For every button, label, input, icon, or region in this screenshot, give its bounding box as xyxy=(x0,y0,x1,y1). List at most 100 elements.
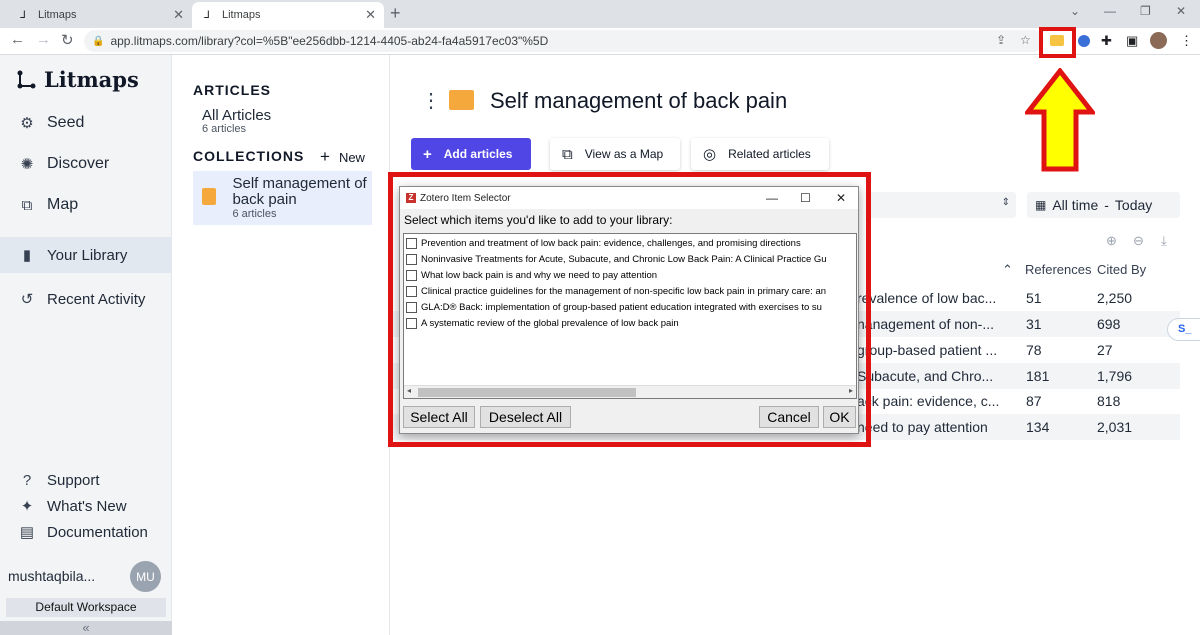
share-icon[interactable]: ⇪ xyxy=(996,33,1006,47)
related-icon: ◎ xyxy=(703,146,717,163)
download-icon[interactable]: ⤓ xyxy=(1161,233,1167,249)
puzzle-extensions-icon[interactable]: ✚ xyxy=(1101,33,1112,49)
row-cited-by: 2,250 xyxy=(1097,290,1133,306)
add-articles-button[interactable]: + Add articles xyxy=(411,138,531,170)
date-separator: - xyxy=(1104,197,1109,213)
collections-heading: COLLECTIONS xyxy=(193,148,305,164)
help-icon: ? xyxy=(22,471,32,489)
row-cited-by: 698 xyxy=(1097,316,1121,332)
new-tab-button[interactable]: + xyxy=(390,3,401,24)
litmaps-favicon: ⅃ xyxy=(20,9,26,21)
browser-tab-bar: ⅃ Litmaps ✕ ⅃ Litmaps ✕ + ⌄ — ❐ ✕ xyxy=(0,0,1200,28)
nav-label: Map xyxy=(47,196,79,213)
nav-label: Discover xyxy=(47,155,110,172)
browser-toolbar: ← → ↻ 🔒 app.litmaps.com/library?col=%5B"… xyxy=(0,28,1200,55)
nav-label: What's New xyxy=(47,497,127,515)
all-articles-count: 6 articles xyxy=(202,123,247,135)
url-text: app.litmaps.com/library?col=%5B"ee256dbb… xyxy=(110,34,549,48)
nav-item-support[interactable]: ? Support xyxy=(0,468,172,492)
row-references: 87 xyxy=(1026,393,1042,409)
nav-item-discover[interactable]: ✺ Discover xyxy=(0,146,172,182)
side-panel-tab[interactable]: S_ xyxy=(1167,318,1200,341)
zoom-out-icon[interactable]: ⊖ xyxy=(1133,233,1144,249)
date-to: Today xyxy=(1114,197,1153,213)
restore-icon[interactable]: ❐ xyxy=(1140,4,1151,18)
all-articles-link[interactable]: All Articles xyxy=(202,107,271,124)
close-icon[interactable]: ✕ xyxy=(173,7,184,23)
date-range-filter[interactable]: ▦ All time - Today xyxy=(1027,192,1180,218)
new-collection-button[interactable]: + New xyxy=(320,147,365,167)
lock-icon: 🔒 xyxy=(92,35,105,47)
row-cited-by: 818 xyxy=(1097,393,1121,409)
row-cited-by: 1,796 xyxy=(1097,368,1133,384)
zoom-in-icon[interactable]: ⊕ xyxy=(1106,233,1117,249)
row-title: revalence of low bac... xyxy=(857,290,997,306)
nav-label: Support xyxy=(47,471,100,489)
sort-chevron-icon[interactable]: ⌃ xyxy=(1002,262,1013,278)
nav-label: Seed xyxy=(47,114,85,131)
collapse-sidebar-button[interactable]: « xyxy=(0,621,172,635)
map-icon: ⧉ xyxy=(21,196,33,214)
column-header-cited-by[interactable]: Cited By xyxy=(1097,262,1146,277)
nav-item-recent-activity[interactable]: ↺ Recent Activity xyxy=(0,281,172,317)
column-header-references[interactable]: References xyxy=(1025,262,1091,277)
extension-highlight-box xyxy=(1039,27,1076,58)
nav-label: Your Library xyxy=(47,246,128,264)
extension-icon[interactable] xyxy=(1078,35,1090,47)
seed-icon: ⚙ xyxy=(20,115,34,132)
page-title: Self management of back pain xyxy=(490,88,788,113)
back-icon[interactable]: ← xyxy=(10,31,25,48)
calendar-icon: ▦ xyxy=(1035,198,1047,212)
forward-icon[interactable]: → xyxy=(36,31,51,48)
close-window-icon[interactable]: ✕ xyxy=(1176,4,1186,18)
row-cited-by: 27 xyxy=(1097,342,1113,358)
reload-icon[interactable]: ↻ xyxy=(61,31,74,49)
nav-item-seed[interactable]: ⚙ Seed xyxy=(0,105,172,141)
filter-dropdown[interactable]: ⇕ xyxy=(866,192,1016,218)
related-articles-button[interactable]: ◎ Related articles xyxy=(691,138,829,170)
document-icon: ▤ xyxy=(19,524,35,541)
folder-icon xyxy=(449,90,474,110)
button-label: Add articles xyxy=(443,147,513,161)
litmaps-logo-icon xyxy=(17,70,36,88)
button-label: View as a Map xyxy=(584,147,664,161)
row-title: need to pay attention xyxy=(857,419,988,435)
tab-title: Litmaps xyxy=(222,9,261,21)
sidepanel-icon[interactable]: ▣ xyxy=(1126,33,1138,49)
browser-tab[interactable]: ⅃ Litmaps ✕ xyxy=(8,2,192,28)
row-references: 78 xyxy=(1026,342,1042,358)
up-arrow-annotation-icon xyxy=(1025,68,1095,172)
row-references: 31 xyxy=(1026,316,1042,332)
nav-item-documentation[interactable]: ▤ Documentation xyxy=(0,520,172,544)
history-icon: ↺ xyxy=(20,291,34,308)
button-label: Related articles xyxy=(728,147,811,161)
chevron-down-icon[interactable]: ⌄ xyxy=(1070,4,1080,18)
brand[interactable]: Litmaps xyxy=(14,67,139,92)
star-icon[interactable]: ☆ xyxy=(1020,33,1031,47)
collection-item[interactable]: Self management of back pain 6 articles xyxy=(193,171,372,225)
nav-item-whats-new[interactable]: ✦ What's New xyxy=(0,494,172,518)
row-title: ack pain: evidence, c... xyxy=(857,393,1000,409)
profile-avatar[interactable] xyxy=(1150,32,1167,49)
minimize-icon[interactable]: — xyxy=(1104,4,1116,18)
row-references: 51 xyxy=(1026,290,1042,306)
litmaps-favicon: ⅃ xyxy=(204,9,210,21)
more-options-icon[interactable]: ⋮ xyxy=(421,88,441,113)
row-title: Subacute, and Chro... xyxy=(857,368,994,384)
nav-item-map[interactable]: ⧉ Map xyxy=(0,187,172,223)
menu-icon[interactable]: ⋮ xyxy=(1180,33,1193,49)
nav-label: Recent Activity xyxy=(47,290,146,308)
address-bar[interactable]: 🔒 app.litmaps.com/library?col=%5B"ee256d… xyxy=(84,30,1044,52)
close-icon[interactable]: ✕ xyxy=(365,7,376,23)
library-icon: ▮ xyxy=(22,247,32,264)
row-title: nanagement of non-... xyxy=(857,316,994,332)
map-icon: ⧉ xyxy=(562,145,573,163)
view-as-map-button[interactable]: ⧉ View as a Map xyxy=(550,138,680,170)
row-references: 134 xyxy=(1026,419,1050,435)
browser-tab-active[interactable]: ⅃ Litmaps ✕ xyxy=(192,2,384,28)
workspace-selector[interactable]: Default Workspace xyxy=(6,598,166,617)
nav-label: Documentation xyxy=(47,523,148,541)
avatar[interactable]: MU xyxy=(130,561,161,592)
row-title: group-based patient ... xyxy=(857,342,998,358)
nav-item-your-library[interactable]: ▮ Your Library xyxy=(0,237,172,273)
